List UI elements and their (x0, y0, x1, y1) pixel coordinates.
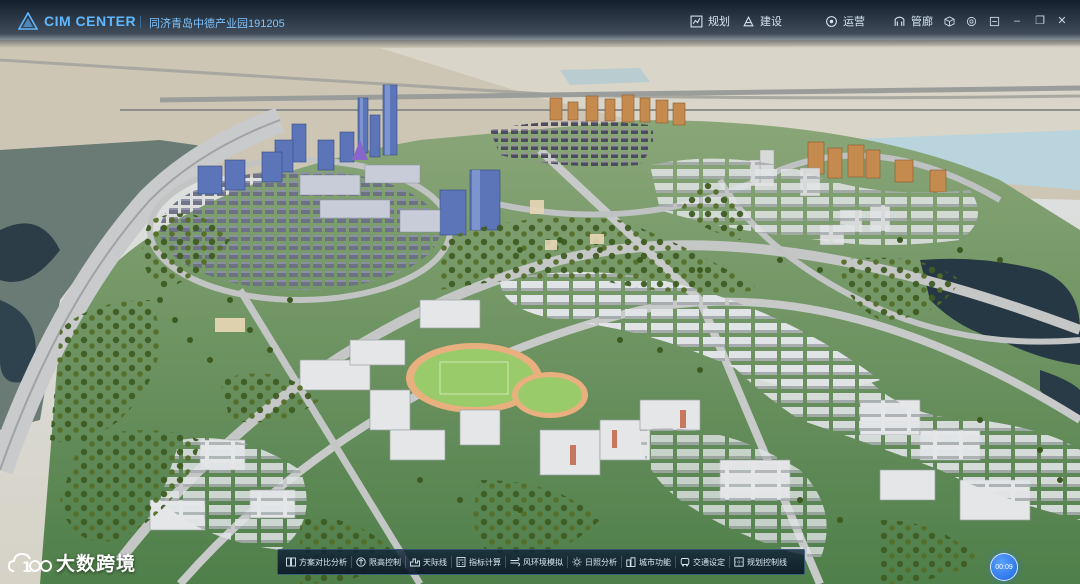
tool-traffic-settings[interactable]: 交通设定 (676, 552, 729, 572)
planning-icon (690, 15, 703, 27)
wind-icon (510, 557, 520, 567)
city-3d-scene[interactable] (0, 0, 1080, 584)
cim-logo-icon (18, 12, 38, 30)
nav-operation-label: 运营 (843, 16, 865, 28)
layers-icon[interactable] (989, 16, 1000, 27)
analysis-toolbar: 方案对比分析 限高控制 天际线 指标计算 风环境模拟 日照分析 城市功能 交通设… (277, 549, 805, 575)
pipe-gallery-icon (894, 16, 905, 26)
nav-pipe-gallery-label: 管廊 (911, 16, 933, 28)
app-title: CIM CENTER (44, 13, 137, 29)
tool-control-lines[interactable]: 规划控制线 (730, 552, 791, 572)
nav-pipe-gallery[interactable]: 管廊 (893, 13, 933, 29)
tool-indicator-calc[interactable]: 指标计算 (452, 552, 505, 572)
nav-operation[interactable]: 运营 (825, 13, 865, 29)
project-title: 同济青岛中德产业园191205 (149, 18, 285, 30)
minimize-button[interactable]: – (1010, 14, 1024, 28)
restore-button[interactable]: ❐ (1033, 14, 1047, 28)
cim-viewport[interactable]: CIM CENTER 同济青岛中德产业园191205 规划 建设 运营 管廊 –… (0, 0, 1080, 584)
tool-label: 指标计算 (469, 557, 501, 567)
app-logo[interactable]: CIM CENTER (18, 12, 136, 30)
gear-icon[interactable] (966, 16, 977, 27)
city-icon (626, 557, 636, 567)
tool-skyline[interactable]: 天际线 (406, 552, 451, 572)
tool-height-limit[interactable]: 限高控制 (352, 552, 405, 572)
tool-sunlight-analysis[interactable]: 日照分析 (568, 552, 621, 572)
calculator-icon (456, 557, 466, 567)
skyline-icon (410, 558, 420, 567)
tool-label: 风环境模拟 (523, 557, 563, 567)
tool-city-function[interactable]: 城市功能 (622, 552, 675, 572)
traffic-icon (680, 558, 690, 567)
top-bar: CIM CENTER 同济青岛中德产业园191205 规划 建设 运营 管廊 –… (0, 0, 1080, 48)
tool-label: 天际线 (423, 557, 447, 567)
nav-planning[interactable]: 规划 (690, 13, 730, 29)
brand-text: 大数跨境 (56, 552, 137, 575)
tool-label: 日照分析 (585, 557, 617, 567)
nav-construction-label: 建设 (760, 16, 782, 28)
tool-wind-simulation[interactable]: 风环境模拟 (506, 552, 567, 572)
tool-label: 方案对比分析 (299, 557, 347, 567)
nav-planning-label: 规划 (708, 16, 730, 28)
tool-label: 城市功能 (639, 557, 671, 567)
tool-label: 交通设定 (693, 557, 725, 567)
tool-label: 规划控制线 (747, 557, 787, 567)
tool-label: 限高控制 (369, 557, 401, 567)
brand-watermark: 1 大数跨境 (8, 547, 136, 577)
compare-icon (286, 557, 296, 567)
control-line-icon (734, 557, 744, 567)
nav-construction[interactable]: 建设 (742, 13, 782, 29)
tool-scheme-compare[interactable]: 方案对比分析 (282, 552, 351, 572)
title-divider (140, 16, 141, 28)
cube-icon[interactable] (944, 16, 955, 27)
height-limit-icon (356, 557, 366, 567)
timer-badge[interactable]: 00:09 (990, 553, 1018, 581)
sun-icon (572, 557, 582, 567)
close-button[interactable]: ✕ (1055, 14, 1069, 28)
cloud-100-logo: 1 (8, 552, 52, 576)
operation-icon (826, 15, 837, 27)
construction-icon (743, 15, 754, 26)
